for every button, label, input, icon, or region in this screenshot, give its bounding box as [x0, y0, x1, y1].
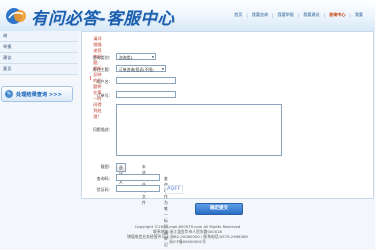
sidebar-item-opinion[interactable]: 意见	[0, 64, 78, 75]
screenshot-label: 截图:	[100, 164, 110, 169]
category-select[interactable]: 咨询类1 ▼	[116, 53, 156, 60]
description-textarea[interactable]	[116, 104, 282, 156]
footer: Copyright ©2009 mall.800579.com All Righ…	[0, 224, 375, 244]
order-input[interactable]	[116, 91, 176, 98]
category-label: 咨询类别:	[92, 55, 110, 60]
nav-consult-center[interactable]: 咨询中心	[325, 12, 349, 18]
result-query-label: 处理结果查询 >>>	[16, 91, 62, 98]
username-input[interactable]	[116, 77, 176, 84]
chevron-down-icon: ▼	[151, 55, 154, 59]
subject-label: 所在主题:	[92, 67, 110, 72]
result-query-button[interactable]: ✎ 处理结果查询 >>>	[1, 86, 73, 102]
chevron-down-icon: ▼	[161, 67, 164, 71]
order-label: 订单号:	[96, 93, 110, 98]
notice-text: 请详细描述您的问题,您所反映的问题将在第一时间得到处理!	[93, 36, 102, 119]
sidebar-item-report[interactable]: 举报	[0, 42, 78, 53]
footer-icp: 浙ICP备09000001号	[169, 239, 206, 244]
site-title: 有问必答-客服中心	[31, 9, 175, 28]
subject-select[interactable]: 订单咨询/投诉(不限) ▼	[116, 65, 166, 72]
top-nav: 首页 | 我要咨询 | 我要举报 | 我要建议 | 咨询中心 | 我要	[230, 12, 367, 18]
query-code-input[interactable]	[116, 174, 160, 181]
sidebar-item-consult[interactable]: 询	[0, 31, 78, 42]
site-logo-icon	[6, 8, 26, 24]
captcha-label: 验证码:	[96, 187, 110, 192]
nav-my[interactable]: 我要	[351, 12, 367, 18]
captcha-image[interactable]: PQFF	[165, 185, 183, 194]
username-label: 用户名:	[96, 79, 110, 84]
subject-value: 订单咨询/投诉(不限)	[119, 67, 154, 72]
nav-report[interactable]: 我要举报	[274, 12, 298, 18]
sidebar-item-suggest[interactable]: 建议	[0, 53, 78, 64]
choose-file-button[interactable]: 选择文件	[116, 163, 126, 191]
sidebar: 询 举报 建议 意见 ✎ 处理结果查询 >>>	[0, 31, 78, 250]
form-notice: ! 请详细描述您的问题,您所反映的问题将在第一时间得到处理!	[90, 36, 102, 120]
submit-button[interactable]: 确定提交	[195, 203, 243, 215]
nav-suggest[interactable]: 我要建议	[299, 12, 323, 18]
nav-consult[interactable]: 我要咨询	[248, 12, 272, 18]
captcha-input[interactable]	[116, 185, 160, 192]
category-value: 咨询类1	[119, 55, 133, 60]
chat-icon: ✎	[5, 90, 13, 98]
nav-home[interactable]: 首页	[230, 12, 246, 18]
description-label: 问题描述:	[92, 127, 110, 132]
query-code-label: 查询码:	[96, 176, 110, 181]
header: 有问必答-客服中心 首页 | 我要咨询 | 我要举报 | 我要建议 | 咨询中心…	[0, 0, 375, 31]
